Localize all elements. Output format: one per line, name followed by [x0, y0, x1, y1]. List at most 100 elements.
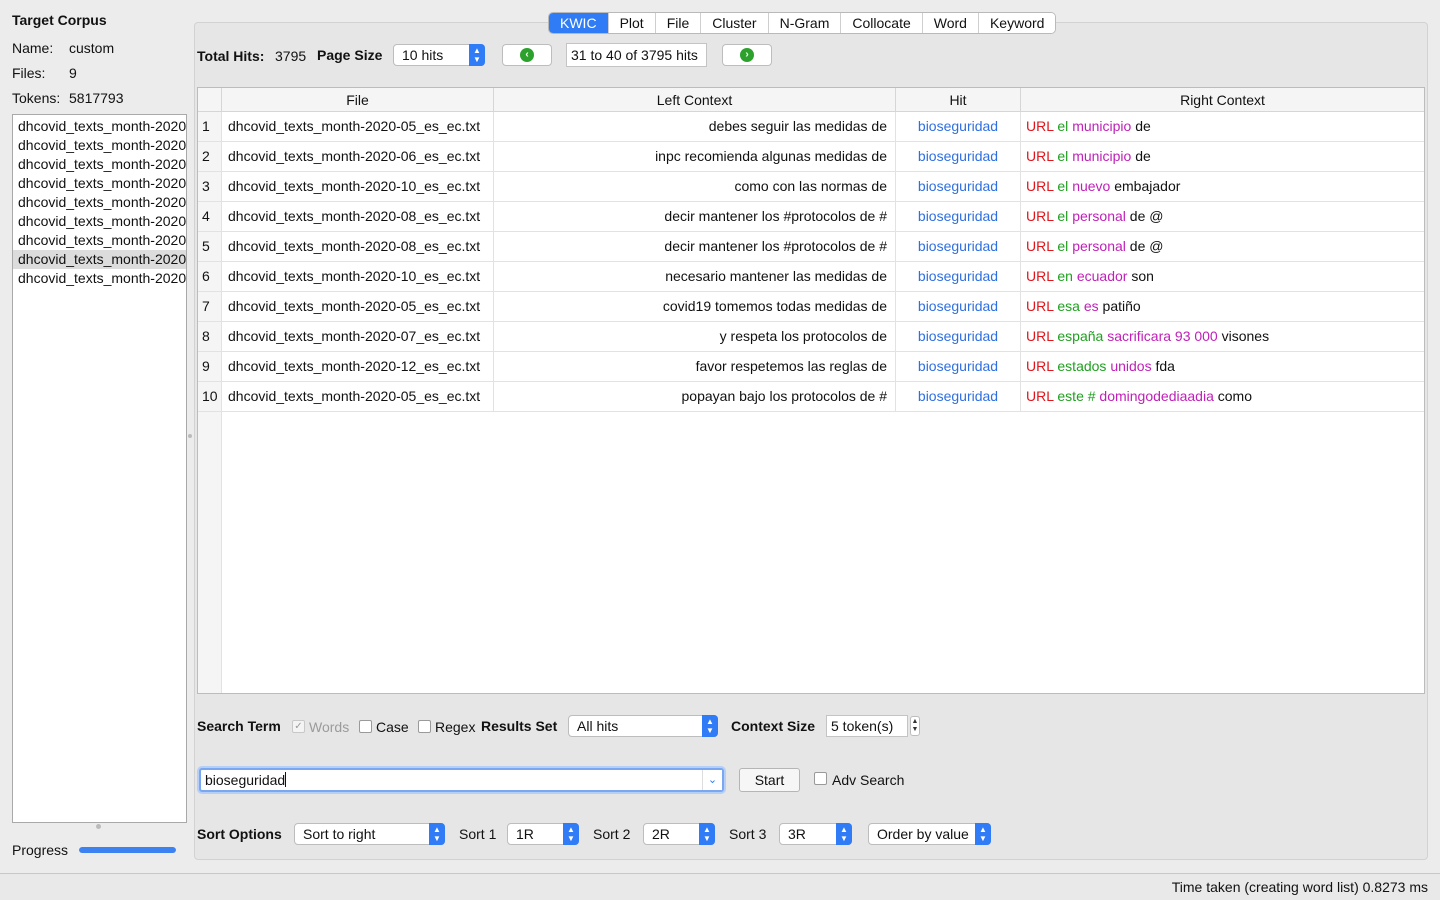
row-index: 2	[198, 142, 222, 171]
table-row[interactable]: 3 dhcovid_texts_month-2020-10_es_ec.txt co…	[198, 172, 1424, 202]
file-list-item[interactable]: dhcovid_texts_month-2020	[13, 117, 186, 136]
file-cell: dhcovid_texts_month-2020-05_es_ec.txt	[222, 292, 494, 321]
hit-cell: bioseguridad	[896, 112, 1021, 141]
sort1-select[interactable]: 1R ▲ ▼	[507, 823, 579, 845]
context-word: de @	[1129, 238, 1164, 254]
adv-search-checkbox[interactable]	[814, 772, 827, 785]
file-list-item[interactable]: dhcovid_texts_month-2020	[13, 155, 186, 174]
previous-page-button[interactable]: ‹	[502, 44, 552, 66]
table-row[interactable]: 2 dhcovid_texts_month-2020-06_es_ec.txt in…	[198, 142, 1424, 172]
context-size-stepper[interactable]: ▲ ▼	[910, 716, 920, 736]
search-query-input[interactable]: bioseguridad ⌄	[199, 768, 724, 792]
tab-collocate[interactable]: Collocate	[841, 13, 923, 33]
list-resize-handle[interactable]	[96, 824, 101, 829]
file-list-item[interactable]: dhcovid_texts_month-2020	[13, 136, 186, 155]
file-list-item[interactable]: dhcovid_texts_month-2020	[13, 231, 186, 250]
hit-cell: bioseguridad	[896, 172, 1021, 201]
chevron-down-icon[interactable]: ⌄	[702, 770, 722, 790]
row-index: 7	[198, 292, 222, 321]
tab-cluster[interactable]: Cluster	[701, 13, 769, 33]
file-list-item[interactable]: dhcovid_texts_month-2020	[13, 193, 186, 212]
sort3-select[interactable]: 3R ▲ ▼	[779, 823, 852, 845]
hit-cell: bioseguridad	[896, 232, 1021, 261]
row-index: 6	[198, 262, 222, 291]
file-list-item[interactable]: dhcovid_texts_month-2020	[13, 212, 186, 231]
hit-column-header[interactable]: Hit	[896, 88, 1021, 111]
table-row[interactable]: 1 dhcovid_texts_month-2020-05_es_ec.txt de…	[198, 112, 1424, 142]
words-checkbox[interactable]: ✓	[292, 720, 305, 733]
page-size-label: Page Size	[317, 47, 383, 63]
table-row[interactable]: 10 dhcovid_texts_month-2020-05_es_ec.txt p…	[198, 382, 1424, 412]
hit-cell: bioseguridad	[896, 352, 1021, 381]
left-context-cell: covid19 tomemos todas medidas de	[494, 292, 896, 321]
context-size-input[interactable]: 5 token(s)	[826, 715, 908, 737]
file-column-header[interactable]: File	[222, 88, 494, 111]
updown-arrows-icon: ▲ ▼	[429, 823, 445, 845]
table-row[interactable]: 4 dhcovid_texts_month-2020-08_es_ec.txt de…	[198, 202, 1424, 232]
context-word: visones	[1221, 328, 1270, 344]
splitter-handle[interactable]	[188, 434, 192, 438]
context-word: el	[1057, 178, 1069, 194]
left-context-column-header[interactable]: Left Context	[494, 88, 896, 111]
left-context-cell: favor respetemos las reglas de	[494, 352, 896, 381]
progress-label: Progress	[12, 842, 69, 858]
tab-kwic[interactable]: KWIC	[549, 13, 609, 33]
file-list-item[interactable]: dhcovid_texts_month-2020	[13, 250, 186, 269]
start-button[interactable]: Start	[739, 768, 800, 792]
table-row[interactable]: 7 dhcovid_texts_month-2020-05_es_ec.txt co…	[198, 292, 1424, 322]
file-cell: dhcovid_texts_month-2020-10_es_ec.txt	[222, 172, 494, 201]
table-body: 1 dhcovid_texts_month-2020-05_es_ec.txt de…	[198, 112, 1424, 412]
case-checkbox[interactable]	[359, 720, 372, 733]
sort3-value: 3R	[788, 826, 806, 842]
next-page-button[interactable]: ›	[722, 44, 772, 66]
results-set-label: Results Set	[481, 718, 558, 734]
row-index: 10	[198, 382, 222, 411]
table-row[interactable]: 9 dhcovid_texts_month-2020-12_es_ec.txt fa…	[198, 352, 1424, 382]
tab-word[interactable]: Word	[922, 13, 979, 33]
sort1-value: 1R	[516, 826, 534, 842]
context-word: URL	[1026, 208, 1054, 224]
sort2-select[interactable]: 2R ▲ ▼	[643, 823, 715, 845]
left-context-cell: debes seguir las medidas de	[494, 112, 896, 141]
table-row[interactable]: 6 dhcovid_texts_month-2020-10_es_ec.txt ne…	[198, 262, 1424, 292]
progress-fill	[79, 847, 176, 853]
table-row[interactable]: 8 dhcovid_texts_month-2020-07_es_ec.txt y …	[198, 322, 1424, 352]
table-row[interactable]: 5 dhcovid_texts_month-2020-08_es_ec.txt de…	[198, 232, 1424, 262]
context-word: ecuador	[1076, 268, 1128, 284]
context-word: embajador	[1114, 178, 1181, 194]
tab-n-gram[interactable]: N-Gram	[768, 13, 842, 33]
row-index: 9	[198, 352, 222, 381]
right-context-cell: URL el nuevo embajador	[1021, 172, 1424, 201]
regex-checkbox[interactable]	[418, 720, 431, 733]
total-hits-label: Total Hits:	[197, 48, 265, 64]
table-header: File Left Context Hit Right Context	[198, 88, 1424, 112]
hit-cell: bioseguridad	[896, 382, 1021, 411]
file-list-item[interactable]: dhcovid_texts_month-2020	[13, 269, 186, 288]
file-cell: dhcovid_texts_month-2020-08_es_ec.txt	[222, 202, 494, 231]
search-query-text: bioseguridad	[205, 772, 286, 788]
context-word: URL	[1026, 358, 1054, 374]
context-word: nuevo	[1072, 178, 1111, 194]
corpus-file-list[interactable]: dhcovid_texts_month-2020 dhcovid_texts_mo…	[12, 114, 187, 823]
tab-keyword[interactable]: Keyword	[978, 13, 1056, 33]
file-list-item[interactable]: dhcovid_texts_month-2020	[13, 174, 186, 193]
context-word: en	[1057, 268, 1073, 284]
target-corpus-title: Target Corpus	[12, 12, 107, 28]
order-select[interactable]: Order by value ▲ ▼	[868, 823, 991, 845]
tokens-label: Tokens:	[12, 90, 61, 106]
file-cell: dhcovid_texts_month-2020-12_es_ec.txt	[222, 352, 494, 381]
results-set-select[interactable]: All hits ▲ ▼	[568, 715, 718, 737]
file-cell: dhcovid_texts_month-2020-08_es_ec.txt	[222, 232, 494, 261]
sort2-value: 2R	[652, 826, 670, 842]
arrow-left-circle-icon: ‹	[520, 48, 534, 62]
left-context-cell: necesario mantener las medidas de	[494, 262, 896, 291]
context-word: domingodediaadia	[1099, 388, 1214, 404]
right-context-cell: URL en ecuador son	[1021, 262, 1424, 291]
file-cell: dhcovid_texts_month-2020-10_es_ec.txt	[222, 262, 494, 291]
tab-plot[interactable]: Plot	[608, 13, 656, 33]
sort-mode-select[interactable]: Sort to right ▲ ▼	[294, 823, 445, 845]
tab-file[interactable]: File	[655, 13, 702, 33]
right-context-column-header[interactable]: Right Context	[1021, 88, 1424, 111]
kwic-table: File Left Context Hit Right Context 1 dhc…	[197, 87, 1425, 694]
page-size-select[interactable]: 10 hits ▲ ▼	[393, 44, 485, 66]
